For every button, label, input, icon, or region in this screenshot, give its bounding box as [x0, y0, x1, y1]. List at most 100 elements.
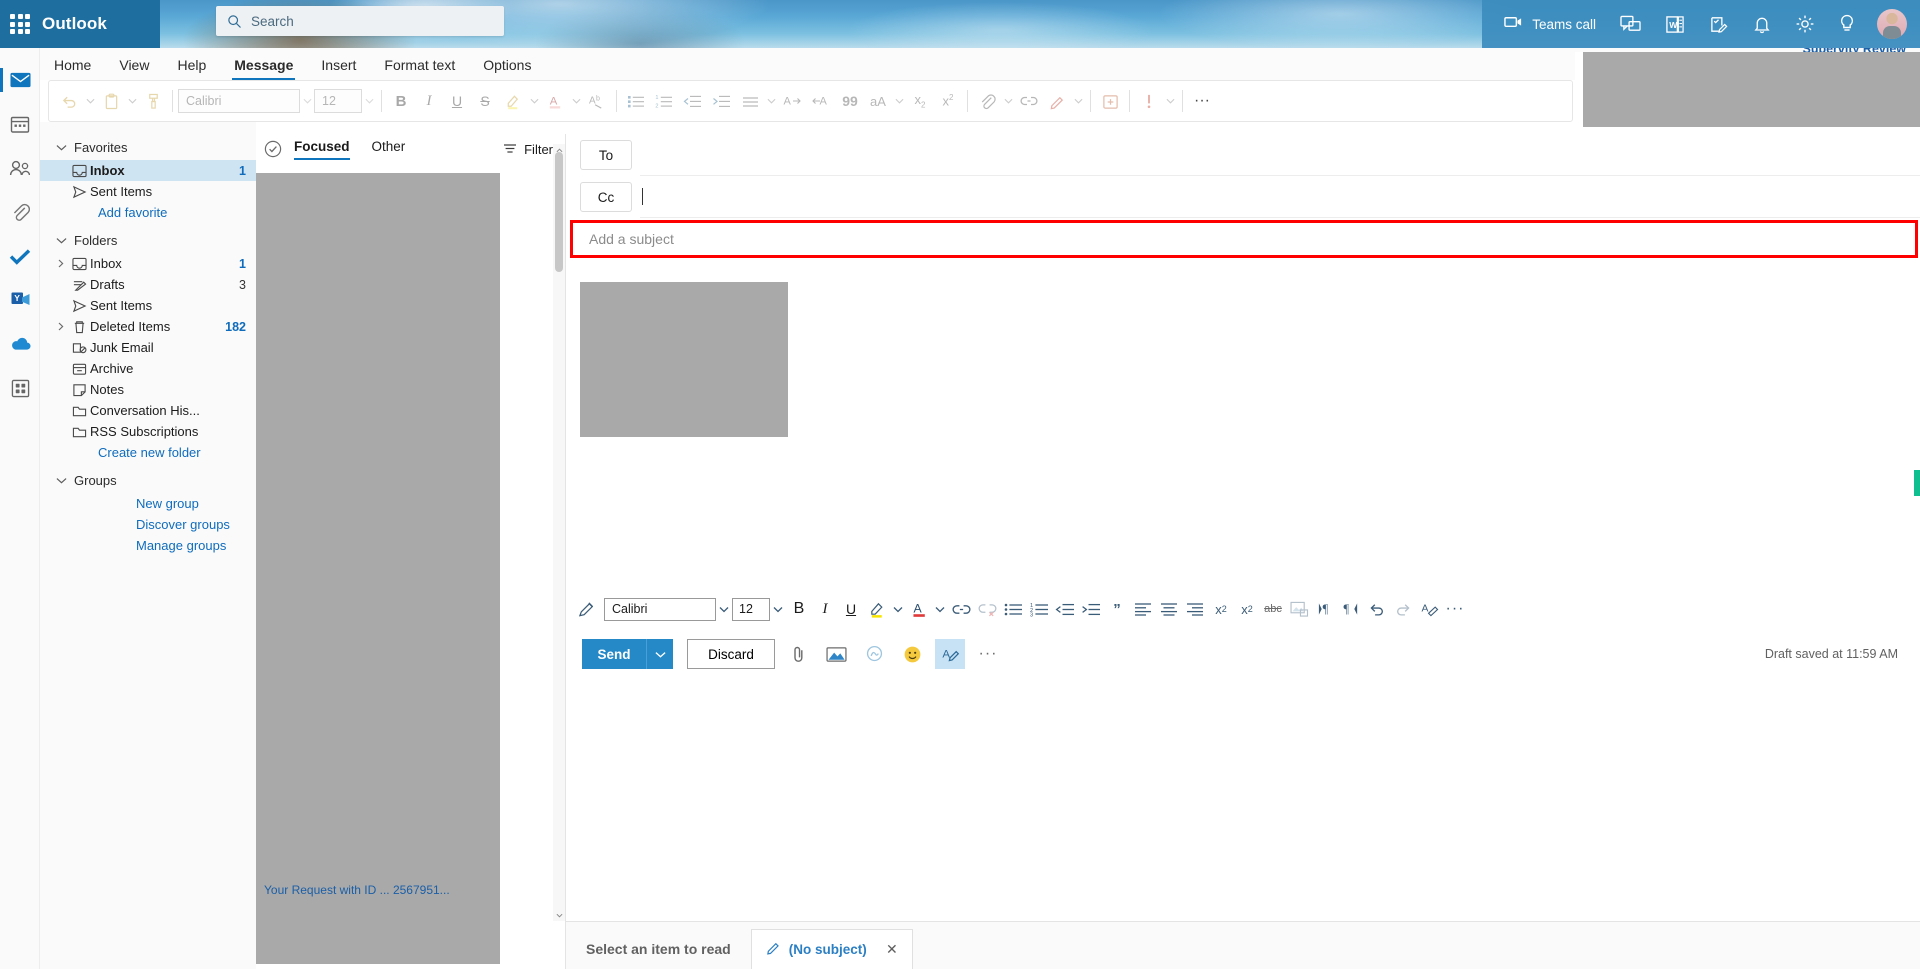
cc-button[interactable]: Cc	[580, 182, 632, 212]
highlight-icon[interactable]	[864, 596, 890, 622]
rail-item-mail[interactable]	[0, 58, 40, 102]
change-case-icon[interactable]: aA	[864, 86, 892, 116]
remove-link-icon[interactable]	[974, 596, 1000, 622]
send-chevron-down-icon[interactable]	[646, 639, 673, 669]
check-circle-icon[interactable]	[264, 140, 282, 158]
format-painter-icon[interactable]	[139, 86, 167, 116]
font-color-icon[interactable]: A	[906, 596, 932, 622]
message-list-partial-row[interactable]: Your Request with ID ... 2567951...	[264, 883, 450, 897]
tab-home[interactable]: Home	[40, 50, 105, 80]
blockquote-icon[interactable]: ”	[1104, 596, 1130, 622]
chevron-right-icon[interactable]	[54, 259, 68, 268]
compose-font-chevron-down-icon[interactable]	[716, 596, 732, 622]
superscript-icon[interactable]: x2	[934, 86, 962, 116]
align-right-icon[interactable]	[1182, 596, 1208, 622]
ltr-paragraph-icon[interactable]: ¶	[1312, 596, 1338, 622]
ribbon-font-name-input[interactable]: Calibri	[178, 89, 300, 113]
format-more-button[interactable]: ···	[1442, 596, 1468, 622]
undo-icon[interactable]	[1364, 596, 1390, 622]
subject-input[interactable]: Add a subject	[570, 220, 1918, 258]
subscript-icon[interactable]: x2	[1234, 596, 1260, 622]
format-painter-icon[interactable]	[574, 596, 600, 622]
chat-icon[interactable]	[1608, 0, 1653, 48]
decrease-indent-icon[interactable]	[1052, 596, 1078, 622]
emoji-icon[interactable]	[897, 639, 927, 669]
sidebar-item-inbox[interactable]: Inbox 1	[40, 253, 256, 274]
insert-picture-icon[interactable]	[821, 639, 851, 669]
sidebar-item-drafts[interactable]: Drafts 3	[40, 274, 256, 295]
compose-font-size-input[interactable]: 12	[732, 597, 770, 621]
folders-group-header[interactable]: Folders	[40, 227, 256, 253]
change-case-chevron-down-icon[interactable]	[892, 86, 906, 116]
rail-item-more-apps[interactable]	[0, 366, 40, 410]
ribbon-more-button[interactable]: ···	[1188, 86, 1216, 116]
clear-formatting-icon[interactable]: Ab	[583, 86, 611, 116]
add-favorite-link[interactable]: Add favorite	[40, 202, 256, 223]
highlight-chevron-down-icon[interactable]	[890, 596, 906, 622]
message-body-editor[interactable]	[566, 264, 1920, 574]
add-ins-icon[interactable]	[1096, 86, 1124, 116]
paperclip-icon[interactable]	[783, 639, 813, 669]
align-center-icon[interactable]	[1156, 596, 1182, 622]
teams-call-button[interactable]: Teams call	[1492, 0, 1608, 48]
scroll-down-arrow-icon[interactable]	[553, 909, 565, 921]
sidebar-item-conversation-history[interactable]: Conversation His...	[40, 400, 256, 421]
italic-icon[interactable]: I	[812, 596, 838, 622]
font-color-chevron-down-icon[interactable]	[932, 596, 948, 622]
manage-groups-link[interactable]: Manage groups	[40, 535, 256, 556]
compose-font-name-input[interactable]: Calibri	[604, 597, 716, 621]
discard-button[interactable]: Discard	[687, 639, 775, 669]
strikethrough-icon[interactable]: abc	[1260, 596, 1286, 622]
rtl-paragraph-icon[interactable]: ¶	[1338, 596, 1364, 622]
ribbon-font-size-input[interactable]: 12	[314, 89, 362, 113]
highlight-icon[interactable]	[499, 86, 527, 116]
message-list-body[interactable]: Your Request with ID ... 2567951...	[216, 164, 565, 964]
favorites-group-header[interactable]: Favorites	[40, 134, 256, 160]
bold-icon[interactable]: B	[786, 596, 812, 622]
rail-item-people[interactable]	[0, 146, 40, 190]
increase-indent-icon[interactable]	[707, 86, 736, 116]
gear-icon[interactable]	[1783, 0, 1827, 48]
user-avatar[interactable]	[1867, 0, 1920, 48]
new-group-link[interactable]: New group	[40, 493, 256, 514]
groups-group-header[interactable]: Groups	[40, 467, 256, 493]
align-chevron-down-icon[interactable]	[764, 86, 778, 116]
dictate-icon[interactable]: A	[935, 639, 965, 669]
lightbulb-icon[interactable]	[1827, 0, 1867, 48]
ink-draw-icon[interactable]	[1043, 86, 1071, 116]
font-color-icon[interactable]: A	[541, 86, 569, 116]
underline-icon[interactable]: U	[443, 86, 471, 116]
compose-more-options-button[interactable]: ···	[973, 639, 1003, 669]
importance-icon[interactable]	[1135, 86, 1163, 116]
numbered-list-icon[interactable]: 123	[1026, 596, 1052, 622]
tab-view[interactable]: View	[105, 50, 163, 80]
decrease-indent-icon[interactable]	[678, 86, 707, 116]
subscript-icon[interactable]: x2	[906, 86, 934, 116]
app-launcher-icon[interactable]	[10, 14, 30, 34]
rail-item-onedrive[interactable]	[0, 322, 40, 366]
rail-item-yammer[interactable]: Y	[0, 278, 40, 322]
superscript-icon[interactable]: x2	[1208, 596, 1234, 622]
tab-format-text[interactable]: Format text	[370, 50, 469, 80]
tab-insert[interactable]: Insert	[307, 50, 370, 80]
undo-chevron-down-icon[interactable]	[83, 86, 97, 116]
message-list-scrollbar[interactable]	[553, 144, 565, 921]
draft-tab[interactable]: (No subject) ✕	[750, 929, 913, 969]
align-left-icon[interactable]	[1130, 596, 1156, 622]
cc-input[interactable]	[640, 177, 1920, 218]
bell-icon[interactable]	[1741, 0, 1783, 48]
to-input[interactable]	[640, 135, 1920, 176]
clear-formatting-icon[interactable]: A	[1416, 596, 1442, 622]
ribbon-size-chevron-down-icon[interactable]	[362, 86, 376, 116]
strikethrough-icon[interactable]: S	[471, 86, 499, 116]
attach-paperclip-icon[interactable]	[973, 86, 1001, 116]
underline-icon[interactable]: U	[838, 596, 864, 622]
attach-chevron-down-icon[interactable]	[1001, 86, 1015, 116]
insert-link-icon[interactable]	[948, 596, 974, 622]
sidebar-item-archive[interactable]: Archive	[40, 358, 256, 379]
filter-button[interactable]: Filter	[503, 142, 553, 157]
highlight-chevron-down-icon[interactable]	[527, 86, 541, 116]
undo-icon[interactable]	[55, 86, 83, 116]
office-app-icon[interactable]: W	[1653, 0, 1697, 48]
compose-size-chevron-down-icon[interactable]	[770, 596, 786, 622]
